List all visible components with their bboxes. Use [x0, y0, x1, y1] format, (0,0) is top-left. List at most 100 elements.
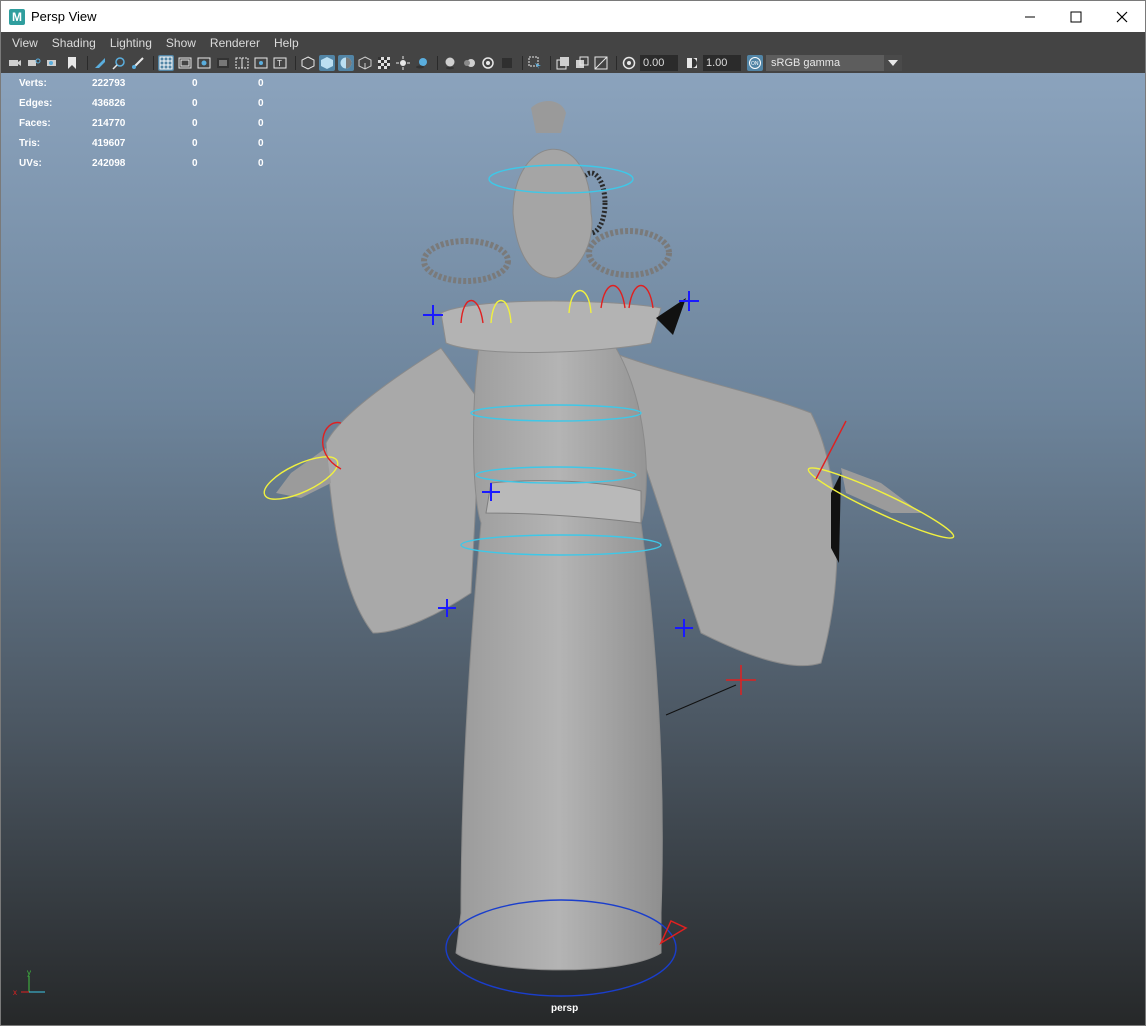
ambient-occlusion-icon: [445, 57, 455, 70]
checker-icon: [378, 57, 390, 69]
grid-toggle-button[interactable]: [158, 55, 174, 71]
hud-selected: 0: [192, 157, 198, 169]
character-model-scene[interactable]: [1, 73, 1145, 1025]
menu-renderer[interactable]: Renderer: [203, 36, 267, 50]
film-gate-button[interactable]: [177, 55, 193, 71]
menu-shading[interactable]: Shading: [45, 36, 103, 50]
xray-joints-button[interactable]: [555, 55, 571, 71]
close-button[interactable]: [1099, 1, 1145, 32]
hud-row: Tris: 419607 0 0: [19, 133, 278, 153]
minimize-icon: [1025, 16, 1035, 17]
isolate-select-button[interactable]: [527, 55, 543, 71]
safe-title-icon: T: [273, 57, 287, 69]
pan-zoom-icon: [112, 57, 125, 70]
field-chart-button[interactable]: [234, 55, 250, 71]
screen-space-ao-button[interactable]: [442, 55, 458, 71]
resolution-gate-icon: [197, 57, 211, 69]
view-transform-dropdown[interactable]: sRGB gamma: [766, 55, 902, 71]
pencil-icon: [132, 57, 144, 69]
panel-toolbar: T 0.00 1.00 ON sRGB gamma: [1, 53, 1145, 73]
toolbar-separator: [616, 56, 617, 70]
default-material-button[interactable]: [338, 55, 354, 71]
shoulder-shadow: [656, 298, 686, 335]
maya-window: M Persp View View Shading Lighting Show …: [0, 0, 1146, 1026]
hud-value: 419607: [92, 137, 126, 149]
maximize-button[interactable]: [1053, 1, 1099, 32]
perspective-viewport[interactable]: Verts: 222793 0 0 Edges: 436826 0 0 Face…: [1, 73, 1145, 1025]
menu-show[interactable]: Show: [159, 36, 203, 50]
hud-value: 222793: [92, 77, 126, 89]
hud-selected: 0: [192, 117, 198, 129]
minimize-button[interactable]: [1007, 1, 1053, 32]
camera-attributes-icon: [47, 60, 56, 66]
anti-aliasing-button[interactable]: [480, 55, 496, 71]
left-sleeve: [325, 347, 482, 634]
grid-icon: [159, 56, 173, 70]
field-chart-icon: [235, 57, 249, 69]
view-axis-gizmo: y x: [13, 968, 45, 997]
menu-lighting[interactable]: Lighting: [103, 36, 159, 50]
camera-name-label: persp: [551, 1003, 579, 1014]
svg-text:T: T: [277, 59, 282, 68]
hud-label: Edges:: [19, 97, 53, 109]
hud-row: UVs: 242098 0 0: [19, 153, 278, 173]
exposure-field[interactable]: 0.00: [640, 55, 678, 71]
exposure-reset-button[interactable]: [621, 55, 637, 71]
select-camera-button[interactable]: [7, 55, 23, 71]
wireframe-button[interactable]: [300, 55, 316, 71]
xray-cube-icon: [358, 56, 372, 70]
smooth-shade-button[interactable]: [319, 55, 335, 71]
safe-action-button[interactable]: [253, 55, 269, 71]
shadow-icon: [416, 58, 427, 69]
window-controls: [1007, 1, 1145, 32]
xray-active-button[interactable]: [574, 55, 590, 71]
shadows-button[interactable]: [414, 55, 430, 71]
window-title: Persp View: [31, 9, 97, 24]
gate-mask-button[interactable]: [215, 55, 231, 71]
menu-help[interactable]: Help: [267, 36, 306, 50]
gamma-reset-button[interactable]: [684, 55, 700, 71]
hair-ornament: [531, 101, 566, 133]
wireframe-cube-icon: [301, 56, 315, 70]
robe-body: [455, 332, 663, 971]
camera-attributes-button[interactable]: [45, 55, 61, 71]
axis-x-label: x: [13, 988, 17, 997]
depth-of-field-button[interactable]: [499, 55, 515, 71]
hud-row: Edges: 436826 0 0: [19, 93, 278, 113]
use-all-lights-button[interactable]: [395, 55, 411, 71]
toolbar-separator: [522, 56, 523, 70]
svg-text:ON: ON: [751, 61, 759, 67]
textured-button[interactable]: [376, 55, 392, 71]
toolbar-separator: [87, 56, 88, 70]
hud-label: Verts:: [19, 77, 47, 89]
aperture-icon: [622, 56, 636, 70]
menu-view[interactable]: View: [5, 36, 45, 50]
motion-blur-icon: [464, 59, 475, 67]
safe-title-button[interactable]: T: [272, 55, 288, 71]
backface-culling-button[interactable]: [593, 55, 609, 71]
film-gate-icon: [178, 57, 192, 69]
xray-active-icon: [576, 56, 589, 68]
anti-aliasing-icon: [482, 57, 494, 69]
hud-selected-2: 0: [258, 117, 264, 129]
xray-button[interactable]: [357, 55, 373, 71]
grease-pencil-button[interactable]: [130, 55, 146, 71]
hud-value: 242098: [92, 157, 126, 169]
hud-value: 436826: [92, 97, 126, 109]
pole-vector-locator[interactable]: [726, 665, 756, 695]
2d-pan-zoom-button[interactable]: [111, 55, 127, 71]
image-plane-button[interactable]: [92, 55, 108, 71]
lock-camera-button[interactable]: [26, 55, 42, 71]
foot-control[interactable]: [659, 920, 688, 945]
bookmark-button[interactable]: [64, 55, 80, 71]
gamma-field[interactable]: 1.00: [703, 55, 741, 71]
motion-blur-button[interactable]: [461, 55, 477, 71]
color-management-toggle[interactable]: ON: [747, 55, 763, 71]
hud-row: Verts: 222793 0 0: [19, 73, 278, 93]
hud-selected: 0: [192, 77, 198, 89]
title-bar: M Persp View: [1, 1, 1145, 32]
axis-y-label: y: [27, 968, 31, 977]
backface-icon: [594, 56, 608, 70]
resolution-gate-button[interactable]: [196, 55, 212, 71]
close-icon: [1116, 11, 1128, 22]
